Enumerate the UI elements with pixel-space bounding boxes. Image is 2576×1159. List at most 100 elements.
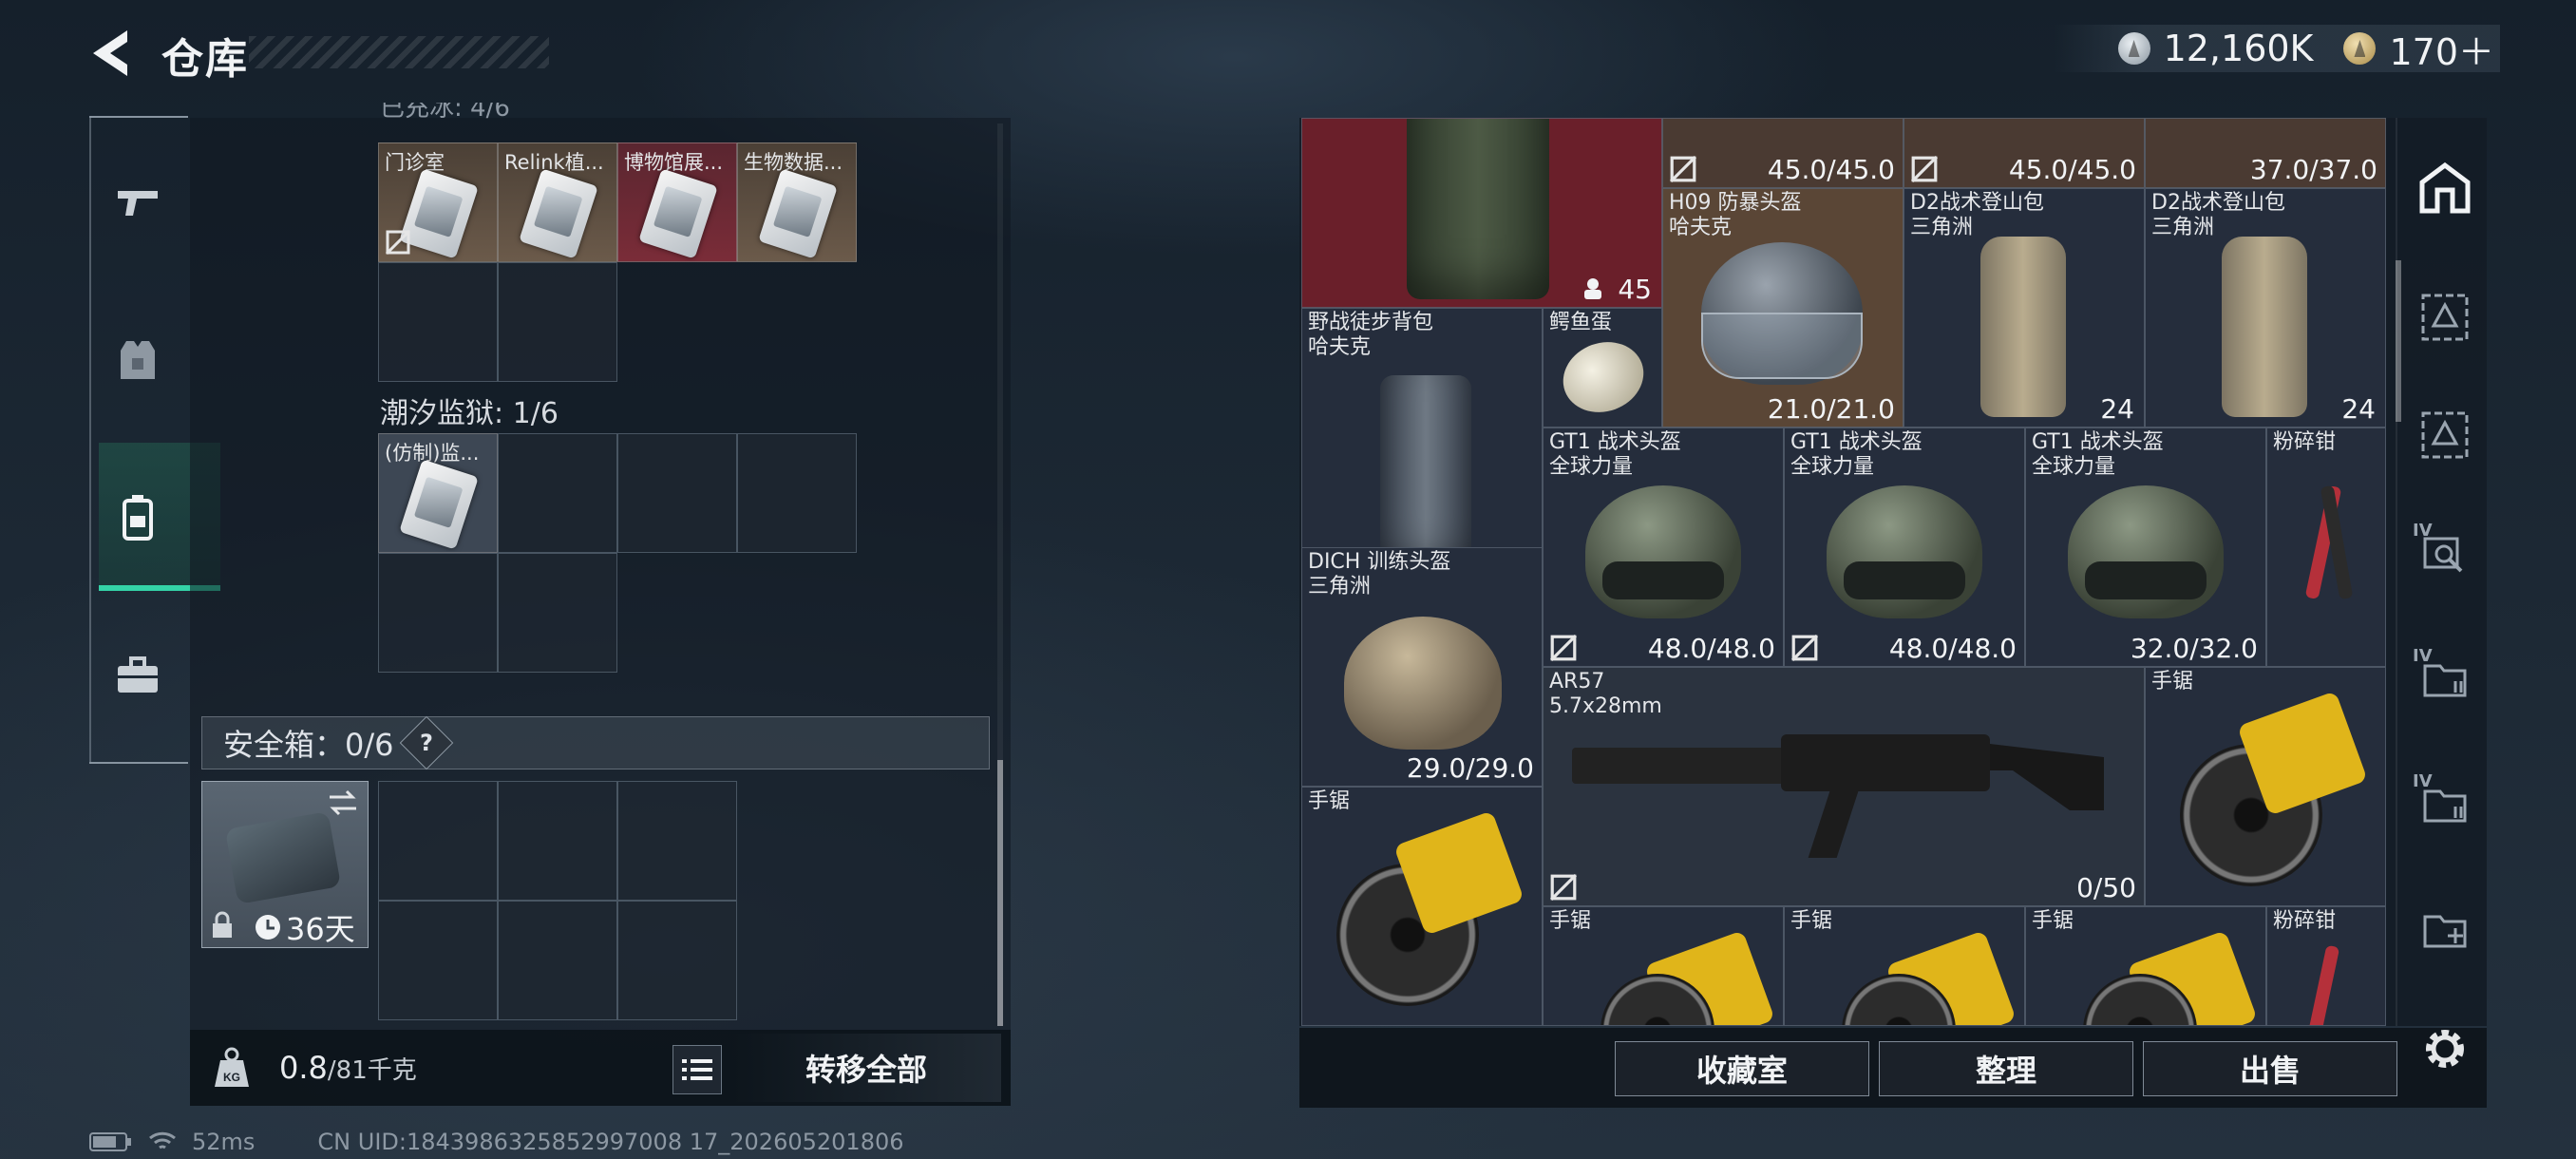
home-tab[interactable] xyxy=(2413,156,2477,220)
left-scrollbar[interactable] xyxy=(997,124,1003,1026)
grid-slot[interactable] xyxy=(378,553,498,673)
no-trade-icon xyxy=(385,229,411,256)
item-card-museum[interactable]: 博物馆展... xyxy=(617,142,737,262)
item-name: 野战徒步背包 哈夫克 xyxy=(1308,311,1434,359)
item-value: 48.0/48.0 xyxy=(1647,633,1775,664)
item-value: 45.0/45.0 xyxy=(1767,154,1895,185)
stash-item-gt1-helmet[interactable]: GT1 战术头盔 全球力量 32.0/32.0 xyxy=(2025,428,2266,667)
grid-slot[interactable] xyxy=(737,433,857,553)
item-name: GT1 战术头盔 全球力量 xyxy=(2032,430,2164,479)
stash-item-gt1-helmet[interactable]: GT1 战术头盔 全球力量 48.0/48.0 xyxy=(1784,428,2025,667)
stash-item-hand-saw[interactable]: 手锯 xyxy=(1301,787,1543,1026)
item-card-relink[interactable]: Relink植... xyxy=(498,142,617,262)
tier-label: IV xyxy=(2413,771,2433,791)
stash-item-hand-saw[interactable]: 手锯 xyxy=(2025,906,2266,1026)
grid-slot[interactable] xyxy=(498,781,617,901)
stash-item-hand-saw[interactable]: 手锯 xyxy=(1543,906,1784,1026)
container-grid-1: 门诊室 Relink植... 博物馆展... 生物数据... xyxy=(378,142,862,390)
grid-slot[interactable] xyxy=(617,433,737,553)
item-name: 手锯 xyxy=(1790,909,1833,933)
stash-item-croc-egg[interactable]: 鳄鱼蛋 xyxy=(1543,308,1662,428)
stash-item-h09-helmet[interactable]: H09 防暴头盔 哈夫克 21.0/21.0 xyxy=(1662,188,1904,428)
help-icon[interactable]: ? xyxy=(399,715,453,770)
stash-scrollbar[interactable] xyxy=(2396,260,2401,422)
stash-item-hand-saw[interactable]: 手锯 xyxy=(2145,667,2386,906)
stash-item-vest[interactable]: 45 xyxy=(1301,118,1662,308)
status-line: 52ms CN UID:1843986325852997008 17_20260… xyxy=(89,1129,904,1155)
silver-amount: 12,160K xyxy=(2163,28,2314,69)
rail-case-tab[interactable] xyxy=(99,636,177,714)
item-card-clinic[interactable]: 门诊室 xyxy=(378,142,498,262)
transfer-all-button[interactable]: 转移全部 xyxy=(731,1034,1001,1102)
item-value: 45 xyxy=(1618,274,1652,305)
stash-item-hand-saw[interactable]: 手锯 xyxy=(1784,906,2025,1026)
stash-item-d2-backpack[interactable]: D2战术登山包 三角洲 24 xyxy=(1904,188,2145,428)
grid-slot[interactable] xyxy=(498,553,617,673)
grid-slot[interactable] xyxy=(498,433,617,553)
battery-icon xyxy=(89,1132,131,1151)
list-icon xyxy=(682,1059,712,1080)
filter-tab-folder[interactable]: IV xyxy=(2413,646,2477,711)
safe-box-grid xyxy=(378,781,741,1024)
gold-amount[interactable]: 170＋ xyxy=(2389,23,2494,75)
wifi-icon xyxy=(149,1131,176,1150)
item-card-prison[interactable]: (仿制)监... xyxy=(378,433,498,553)
stash-item-crushing-pliers[interactable]: 粉碎钳 xyxy=(2266,906,2386,1026)
tier-label: IV xyxy=(2413,521,2433,541)
warning-filter-icon xyxy=(2421,294,2469,341)
filter-tab-1[interactable] xyxy=(2413,285,2477,350)
vest-icon xyxy=(121,341,155,379)
svg-text:KG: KG xyxy=(223,1071,240,1084)
grid-slot[interactable] xyxy=(617,781,737,901)
stash-item-crushing-pliers[interactable]: 粉碎钳 xyxy=(2266,428,2386,667)
filter-tab-folder-2[interactable]: IV xyxy=(2413,771,2477,836)
item-label: (仿制)监... xyxy=(385,442,480,465)
list-view-button[interactable] xyxy=(672,1045,722,1094)
back-arrow-icon[interactable] xyxy=(85,27,135,80)
grid-slot[interactable] xyxy=(378,781,498,901)
rail-bottom-divider xyxy=(89,762,188,764)
stash-action-bar: 收藏室 整理 出售 xyxy=(1299,1028,2487,1108)
sort-button[interactable]: 整理 xyxy=(1879,1041,2133,1096)
rail-armor-tab[interactable] xyxy=(99,321,177,399)
sell-button[interactable]: 出售 xyxy=(2143,1041,2397,1096)
grid-slot[interactable] xyxy=(617,901,737,1020)
item-name: H09 防暴头盔 哈夫克 xyxy=(1669,191,1802,239)
home-icon xyxy=(2419,162,2471,214)
stash-item-gt1-helmet[interactable]: GT1 战术头盔 全球力量 48.0/48.0 xyxy=(1543,428,1784,667)
gear-icon[interactable] xyxy=(2418,1022,2472,1075)
stash-item-top-2[interactable]: 45.0/45.0 xyxy=(1904,118,2145,188)
rail-weapon-tab[interactable] xyxy=(99,163,177,241)
grid-slot[interactable] xyxy=(498,262,617,382)
rail-vertical-line xyxy=(89,116,91,764)
weight-current: 0.8 xyxy=(279,1050,328,1086)
stash-item-top-3[interactable]: 37.0/37.0 xyxy=(2145,118,2386,188)
grid-slot[interactable] xyxy=(378,262,498,382)
item-value: 48.0/48.0 xyxy=(1888,633,2017,664)
filter-tab-add[interactable] xyxy=(2413,897,2477,961)
rail-backpack-tab[interactable] xyxy=(99,479,177,557)
swap-icon[interactable] xyxy=(326,788,360,818)
stash-item-d2-backpack[interactable]: D2战术登山包 三角洲 24 xyxy=(2145,188,2386,428)
item-name: D2战术登山包 三角洲 xyxy=(2151,191,2285,239)
item-name: 粉碎钳 xyxy=(2273,909,2337,933)
ping-readout: 52ms xyxy=(192,1129,256,1155)
stash-item-ar57-rifle[interactable]: AR57 5.7x28mm 0/50 xyxy=(1543,667,2145,906)
grid-slot[interactable] xyxy=(378,901,498,1020)
item-value: 24 xyxy=(2341,393,2376,425)
filter-tab-2[interactable] xyxy=(2413,403,2477,467)
stash-item-top-1[interactable]: 45.0/45.0 xyxy=(1662,118,1904,188)
item-value: 21.0/21.0 xyxy=(1767,393,1895,425)
item-value: 24 xyxy=(2100,393,2134,425)
section1-label-cut: 已充冰: 4/6 xyxy=(380,103,510,123)
item-value: 0/50 xyxy=(2076,872,2136,903)
grid-slot[interactable] xyxy=(498,901,617,1020)
safe-case-item[interactable]: 36天 xyxy=(201,781,369,948)
tier-label: IV xyxy=(2413,646,2433,666)
collection-room-button[interactable]: 收藏室 xyxy=(1615,1041,1869,1096)
stash-item-dich-helmet[interactable]: DICH 训练头盔 三角洲 29.0/29.0 xyxy=(1301,547,1543,787)
filter-tab-search[interactable]: IV xyxy=(2413,521,2477,585)
item-card-biodata[interactable]: 生物数据... xyxy=(737,142,857,262)
gold-coin-icon xyxy=(2343,32,2377,65)
no-trade-icon xyxy=(1911,156,1938,182)
